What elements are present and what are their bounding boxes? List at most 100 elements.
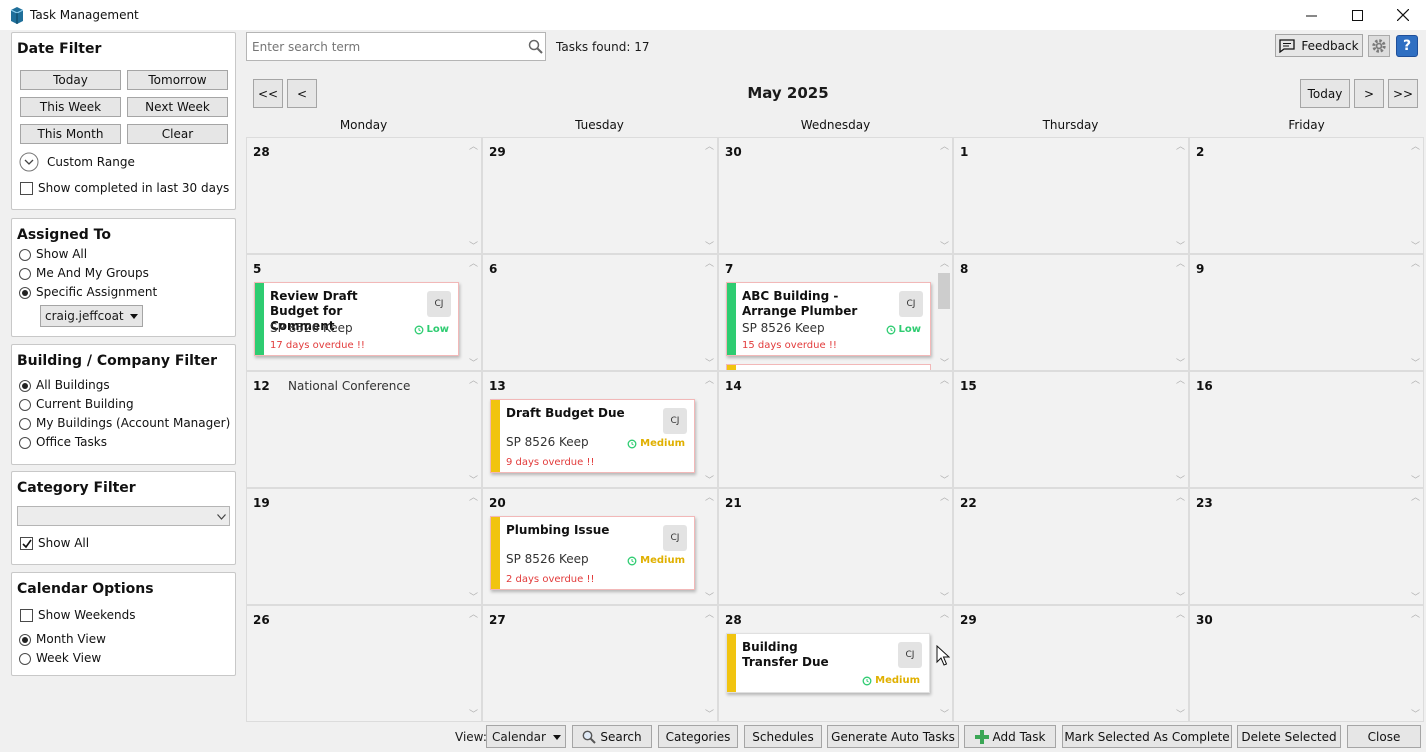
specific-assignment-radio[interactable] <box>19 287 31 299</box>
cell-scrollbar[interactable]: ︿ ﹀ <box>1407 489 1423 604</box>
day-cell[interactable]: 26 ︿ ﹀ <box>246 605 482 722</box>
search-input[interactable] <box>250 37 520 56</box>
mark-complete-button[interactable]: Mark Selected As Complete <box>1062 725 1232 748</box>
custom-range-label[interactable]: Custom Range <box>47 155 135 169</box>
tomorrow-filter-button[interactable]: Tomorrow <box>127 70 228 90</box>
repeat-icon <box>414 325 423 334</box>
task-card[interactable]: Draft Budget Due SP 8526 Keep 9 days ove… <box>490 399 695 473</box>
day-cell[interactable]: 8 ︿ ﹀ <box>953 254 1189 371</box>
day-cell[interactable]: 30 ︿ ﹀ <box>1189 605 1424 722</box>
cell-scrollbar[interactable]: ︿ ﹀ <box>465 138 481 253</box>
first-month-button[interactable]: << <box>253 79 283 108</box>
cell-scrollbar[interactable]: ︿ ﹀ <box>1172 489 1188 604</box>
cell-scrollbar[interactable]: ︿ ﹀ <box>701 489 717 604</box>
day-cell[interactable]: 16 ︿ ﹀ <box>1189 371 1424 488</box>
view-select[interactable]: Calendar <box>486 725 566 748</box>
close-window-button[interactable] <box>1380 0 1426 30</box>
next-week-button[interactable]: Next Week <box>127 97 228 117</box>
day-cell[interactable]: 21 ︿ ﹀ <box>718 488 953 605</box>
task-card[interactable]: ABC Building - Arrange Plumber SP 8526 K… <box>726 282 931 356</box>
cell-scrollbar[interactable]: ︿ ﹀ <box>465 372 481 487</box>
settings-button[interactable] <box>1368 35 1390 57</box>
add-task-label: Add Task <box>992 729 1046 744</box>
my-buildings-radio[interactable] <box>19 418 31 430</box>
show-completed-checkbox[interactable] <box>20 182 33 195</box>
day-cell[interactable]: 1 ︿ ﹀ <box>953 137 1189 254</box>
day-cell[interactable]: 14 ︿ ﹀ <box>718 371 953 488</box>
day-cell[interactable]: 9 ︿ ﹀ <box>1189 254 1424 371</box>
next-month-button[interactable]: > <box>1354 79 1384 108</box>
category-select[interactable] <box>17 506 230 526</box>
me-and-groups-radio[interactable] <box>19 268 31 280</box>
cell-scrollbar[interactable]: ︿ ﹀ <box>1172 255 1188 370</box>
search-box[interactable] <box>246 32 546 61</box>
search-button[interactable]: Search <box>572 725 652 748</box>
cell-scrollbar[interactable]: ︿ ﹀ <box>1407 606 1423 721</box>
day-cell[interactable]: 23 ︿ ﹀ <box>1189 488 1424 605</box>
day-cell[interactable]: 6 ︿ ﹀ <box>482 254 718 371</box>
today-nav-button[interactable]: Today <box>1300 79 1350 108</box>
feedback-button[interactable]: Feedback <box>1275 34 1363 57</box>
month-view-radio[interactable] <box>19 634 31 646</box>
day-cell[interactable]: 12 National Conference ︿ ﹀ <box>246 371 482 488</box>
cell-scrollbar[interactable]: ︿ ﹀ <box>701 372 717 487</box>
day-cell[interactable]: 30 ︿ ﹀ <box>718 137 953 254</box>
show-all-radio[interactable] <box>19 249 31 261</box>
current-building-radio[interactable] <box>19 399 31 411</box>
cell-scrollbar[interactable]: ︿ ﹀ <box>701 606 717 721</box>
maximize-button[interactable] <box>1334 0 1380 30</box>
cell-scrollbar[interactable]: ︿ ﹀ <box>1172 372 1188 487</box>
cell-scrollbar[interactable]: ︿ ﹀ <box>936 372 952 487</box>
cell-scrollbar[interactable]: ︿ ﹀ <box>701 255 717 370</box>
search-icon[interactable] <box>528 39 543 54</box>
day-cell[interactable]: 28 ︿ ﹀ <box>246 137 482 254</box>
clear-filter-button[interactable]: Clear <box>127 124 228 144</box>
day-cell[interactable]: 15 ︿ ﹀ <box>953 371 1189 488</box>
day-cell[interactable]: 29 ︿ ﹀ <box>482 137 718 254</box>
day-cell[interactable]: 22 ︿ ﹀ <box>953 488 1189 605</box>
expand-chevron-icon[interactable] <box>19 152 39 172</box>
minimize-button[interactable] <box>1288 0 1334 30</box>
all-buildings-radio[interactable] <box>19 380 31 392</box>
cell-scrollbar[interactable]: ︿ ﹀ <box>936 255 952 370</box>
today-filter-button[interactable]: Today <box>20 70 121 90</box>
this-month-button[interactable]: This Month <box>20 124 121 144</box>
cell-scrollbar[interactable]: ︿ ﹀ <box>701 138 717 253</box>
task-card[interactable]: Review Draft Budget for Comment SP 8526 … <box>254 282 459 356</box>
office-tasks-radio[interactable] <box>19 437 31 449</box>
cell-scrollbar[interactable]: ︿ ﹀ <box>1407 138 1423 253</box>
cell-scrollbar[interactable]: ︿ ﹀ <box>1407 255 1423 370</box>
last-month-button[interactable]: >> <box>1388 79 1418 108</box>
day-cell[interactable]: 2 ︿ ﹀ <box>1189 137 1424 254</box>
close-button[interactable]: Close <box>1347 725 1421 748</box>
calendar-options-panel: Calendar Options Show Weekends Month Vie… <box>11 572 236 676</box>
scroll-thumb[interactable] <box>938 273 950 309</box>
cell-scrollbar[interactable]: ︿ ﹀ <box>465 606 481 721</box>
cell-scrollbar[interactable]: ︿ ﹀ <box>1407 372 1423 487</box>
specific-assignment-label: Specific Assignment <box>36 285 158 299</box>
cell-scrollbar[interactable]: ︿ ﹀ <box>936 138 952 253</box>
generate-auto-tasks-button[interactable]: Generate Auto Tasks <box>827 725 959 748</box>
hidden-task-card-edge[interactable] <box>726 364 931 370</box>
cell-scrollbar[interactable]: ︿ ﹀ <box>465 255 481 370</box>
cell-scrollbar[interactable]: ︿ ﹀ <box>465 489 481 604</box>
task-card[interactable]: Building Transfer Due CJ Medium <box>726 633 930 693</box>
task-card[interactable]: Plumbing Issue SP 8526 Keep 2 days overd… <box>490 516 695 590</box>
day-cell[interactable]: 29 ︿ ﹀ <box>953 605 1189 722</box>
category-show-all-checkbox[interactable] <box>20 537 33 550</box>
cell-scrollbar[interactable]: ︿ ﹀ <box>936 489 952 604</box>
help-button[interactable]: ? <box>1396 35 1418 57</box>
categories-button[interactable]: Categories <box>658 725 738 748</box>
day-cell[interactable]: 19 ︿ ﹀ <box>246 488 482 605</box>
show-weekends-checkbox[interactable] <box>20 609 33 622</box>
schedules-button[interactable]: Schedules <box>744 725 822 748</box>
cell-scrollbar[interactable]: ︿ ﹀ <box>1172 606 1188 721</box>
assignee-select[interactable]: craig.jeffcoat <box>40 305 143 327</box>
week-view-radio[interactable] <box>19 653 31 665</box>
delete-selected-button[interactable]: Delete Selected <box>1237 725 1341 748</box>
prev-month-button[interactable]: < <box>287 79 317 108</box>
add-task-button[interactable]: Add Task <box>964 725 1056 748</box>
day-cell[interactable]: 27 ︿ ﹀ <box>482 605 718 722</box>
cell-scrollbar[interactable]: ︿ ﹀ <box>1172 138 1188 253</box>
this-week-button[interactable]: This Week <box>20 97 121 117</box>
